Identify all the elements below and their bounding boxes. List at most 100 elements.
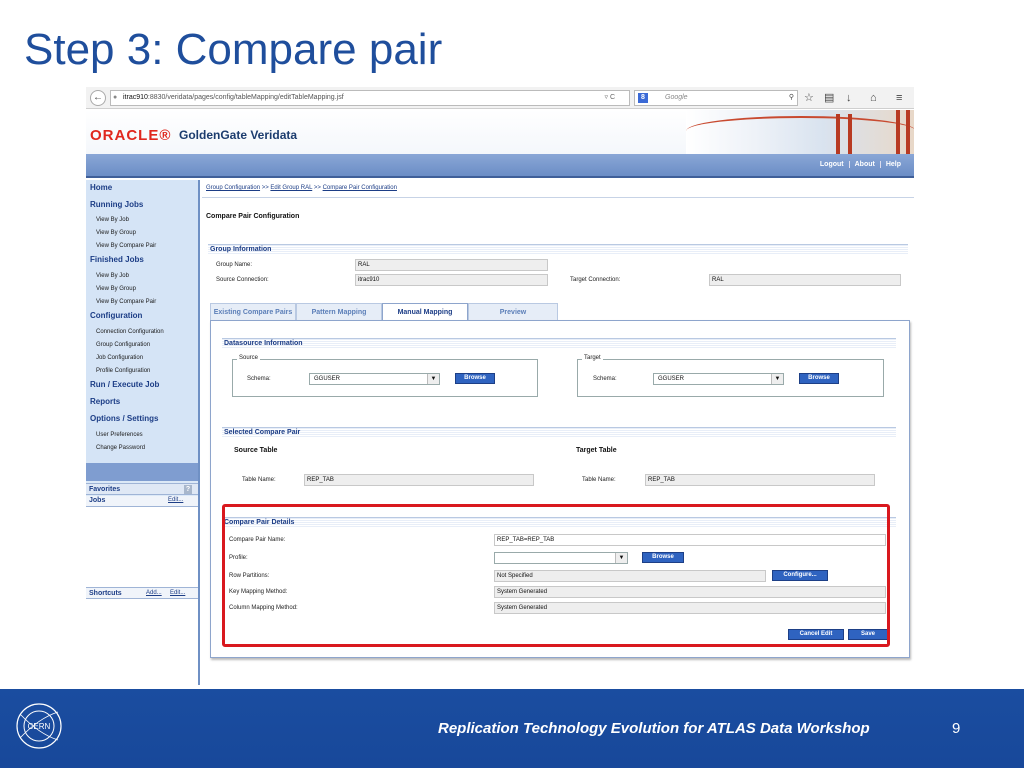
source-table-name-label: Table Name: <box>242 477 276 483</box>
target-browse-button[interactable]: Browse <box>799 373 839 384</box>
logout-link[interactable]: Logout <box>815 161 849 168</box>
breadcrumb: Group Configuration >> Edit Group RAL >>… <box>206 185 397 191</box>
breadcrumb-link[interactable]: Group Configuration <box>206 185 260 191</box>
page-title: Compare Pair Configuration <box>206 213 300 220</box>
sidebar-subitem[interactable]: View By Job <box>96 273 129 279</box>
target-table-name-label: Table Name: <box>582 477 616 483</box>
sidebar-subitem[interactable]: View By Group <box>96 286 136 292</box>
source-table-name-field: REP_TAB <box>304 474 534 486</box>
section-title: Group Information <box>210 246 272 253</box>
sidebar-item-run-execute-job[interactable]: Run / Execute Job <box>90 380 159 389</box>
sidebar-item-reports[interactable]: Reports <box>90 397 120 406</box>
sidebar-subitem[interactable]: User Preferences <box>96 432 143 438</box>
footer-title: Replication Technology Evolution for ATL… <box>438 720 870 737</box>
breadcrumb-link[interactable]: Compare Pair Configuration <box>323 185 397 191</box>
search-input[interactable]: 8 Google ⚲ <box>634 90 798 106</box>
target-connection-field: RAL <box>709 274 901 286</box>
jobs-edit-link[interactable]: Edit... <box>168 497 183 503</box>
help-icon[interactable]: ? <box>184 485 192 494</box>
sidebar-subitem[interactable]: Connection Configuration <box>96 329 164 335</box>
sidebar-subitem[interactable]: Change Password <box>96 445 145 451</box>
top-links: Logout About Help <box>815 161 906 168</box>
sidebar-subitem[interactable]: View By Compare Pair <box>96 243 156 249</box>
favorites-label: Favorites <box>89 486 121 493</box>
star-icon[interactable]: ☆ <box>804 91 814 105</box>
sidebar-subitem[interactable]: View By Compare Pair <box>96 299 156 305</box>
shortcuts-header: Shortcuts Add... Edit... <box>86 587 198 599</box>
tab-preview[interactable]: Preview <box>468 303 558 321</box>
favorites-list <box>86 507 198 587</box>
sidebar-subitem[interactable]: Profile Configuration <box>96 368 150 374</box>
back-button[interactable]: ← <box>90 90 106 106</box>
help-link[interactable]: Help <box>879 161 906 168</box>
sidebar-subitem[interactable]: View By Group <box>96 230 136 236</box>
target-legend: Target <box>582 355 603 361</box>
sidebar-menu: Home Running Jobs View By Job View By Gr… <box>86 180 198 463</box>
shortcuts-list <box>86 599 198 685</box>
section-title: Datasource Information <box>224 340 303 347</box>
tab-existing-compare-pairs[interactable]: Existing Compare Pairs <box>210 303 296 321</box>
top-nav-bar: Logout About Help <box>86 154 914 178</box>
sidebar-item-finished-jobs[interactable]: Finished Jobs <box>90 255 144 264</box>
breadcrumb-link[interactable]: Edit Group RAL <box>270 185 312 191</box>
menu-icon[interactable]: ≡ <box>896 91 902 105</box>
browser-screenshot: ← ● itrac910:8830/veridata/pages/config/… <box>86 87 914 685</box>
bridge-banner-image <box>686 110 914 154</box>
slide-title: Step 3: Compare pair <box>24 25 443 74</box>
home-icon[interactable]: ⌂ <box>870 91 877 105</box>
url-bar[interactable]: ● itrac910:8830/veridata/pages/config/ta… <box>110 90 630 106</box>
slide-footer: CERN Replication Technology Evolution fo… <box>0 689 1024 768</box>
about-link[interactable]: About <box>848 161 880 168</box>
target-table-heading: Target Table <box>576 447 617 454</box>
url-host: itrac910 <box>123 94 148 101</box>
shortcuts-edit-link[interactable]: Edit... <box>170 590 185 596</box>
source-schema-value: GGUSER <box>314 376 341 382</box>
product-name: GoldenGate Veridata <box>179 128 298 142</box>
magnifier-icon[interactable]: ⚲ <box>789 91 794 105</box>
datasource-section-header: Datasource Information <box>222 338 896 349</box>
section-title: Selected Compare Pair <box>224 429 301 436</box>
sidebar-subitem[interactable]: Group Configuration <box>96 342 150 348</box>
shortcuts-label: Shortcuts <box>89 590 122 597</box>
reading-list-icon[interactable]: ▤ <box>824 91 834 105</box>
group-name-label: Group Name: <box>216 262 253 268</box>
sidebar-divider <box>86 463 198 481</box>
sidebar-subitem[interactable]: View By Job <box>96 217 129 223</box>
cern-logo-text: CERN <box>28 722 51 731</box>
source-table-heading: Source Table <box>234 447 278 454</box>
sidebar-item-running-jobs[interactable]: Running Jobs <box>90 200 143 209</box>
url-path: :8830/veridata/pages/config/tableMapping… <box>147 94 344 101</box>
target-schema-select[interactable]: GGUSER ▼ <box>653 373 784 385</box>
source-schema-select[interactable]: GGUSER ▼ <box>309 373 440 385</box>
reload-icon[interactable]: ▿ C <box>604 91 615 105</box>
sidebar-item-options-settings[interactable]: Options / Settings <box>90 414 158 423</box>
group-name-field: RAL <box>355 259 548 271</box>
chevron-down-icon: ▼ <box>771 374 783 384</box>
source-connection-label: Source Connection: <box>216 277 269 283</box>
source-schema-label: Schema: <box>247 376 271 382</box>
sidebar-item-configuration[interactable]: Configuration <box>90 311 142 320</box>
source-legend: Source <box>237 355 261 361</box>
globe-icon: ● <box>113 94 118 101</box>
source-connection-field: itrac910 <box>355 274 548 286</box>
chevron-down-icon: ▼ <box>427 374 439 384</box>
target-schema-label: Schema: <box>593 376 617 382</box>
highlight-box <box>222 504 890 647</box>
sidebar-subitem[interactable]: Job Configuration <box>96 355 143 361</box>
jobs-label: Jobs <box>89 497 106 504</box>
breadcrumb-separator: >> <box>313 185 321 191</box>
target-schema-value: GGUSER <box>658 376 685 382</box>
selected-pair-section-header: Selected Compare Pair <box>222 427 896 438</box>
tab-pattern-mapping[interactable]: Pattern Mapping <box>296 303 382 321</box>
target-table-name-field: REP_TAB <box>645 474 875 486</box>
sidebar-item-home[interactable]: Home <box>90 183 112 192</box>
favorites-header: Favorites ? <box>86 483 198 495</box>
group-info-section-header: Group Information <box>208 244 908 255</box>
divider <box>202 197 914 198</box>
oracle-logo: ORACLE® <box>90 127 172 144</box>
shortcuts-add-link[interactable]: Add... <box>146 590 162 596</box>
search-placeholder: Google <box>665 94 688 101</box>
slide: Step 3: Compare pair ← ● itrac910:8830/v… <box>0 0 1024 768</box>
source-browse-button[interactable]: Browse <box>455 373 495 384</box>
download-icon[interactable]: ↓ <box>846 91 852 105</box>
